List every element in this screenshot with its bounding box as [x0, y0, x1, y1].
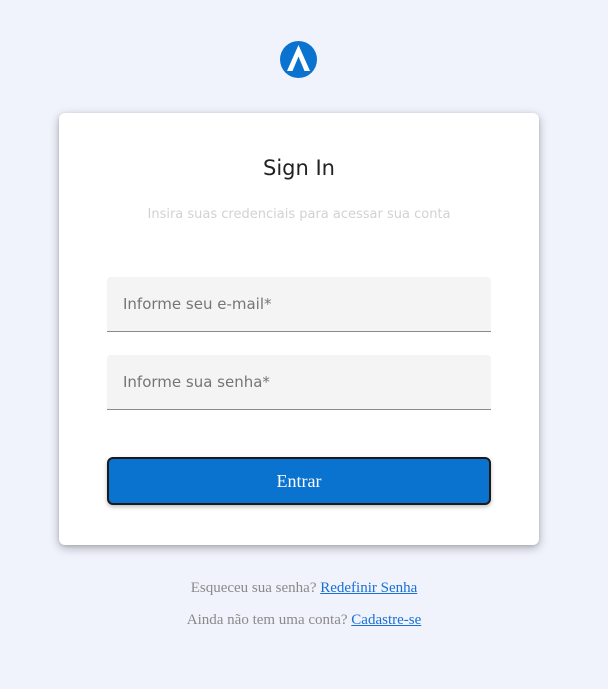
- sign-in-card: Sign In Insira suas credenciais para ace…: [59, 113, 539, 545]
- reset-password-link[interactable]: Redefinir Senha: [320, 580, 417, 596]
- password-field[interactable]: [107, 355, 491, 409]
- page-title: Sign In: [263, 156, 335, 180]
- email-field[interactable]: [107, 277, 491, 331]
- password-field-container: [107, 355, 491, 410]
- forgot-password-text: Esqueceu sua senha?: [190, 580, 317, 596]
- submit-button[interactable]: Entrar: [107, 457, 491, 505]
- page-subtitle: Insira suas credenciais para acessar sua…: [147, 207, 451, 222]
- signup-link[interactable]: Cadastre-se: [351, 612, 421, 628]
- brand-logo-icon: [280, 41, 317, 78]
- signup-line: Ainda não tem uma conta? Cadastre-se: [0, 612, 608, 629]
- stylized-a-logo-icon: [280, 41, 317, 78]
- forgot-password-line: Esqueceu sua senha? Redefinir Senha: [0, 580, 608, 597]
- email-field-container: [107, 277, 491, 332]
- signup-text: Ainda não tem uma conta?: [186, 612, 348, 628]
